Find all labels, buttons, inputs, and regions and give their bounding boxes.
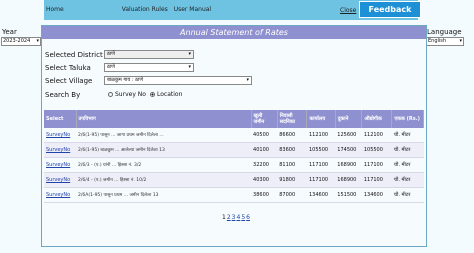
open-land-cell: 38600 [251,187,278,203]
close-link[interactable]: Close [340,7,356,14]
office-cell: 112100 [306,128,336,143]
shops-cell: 168900 [335,157,362,173]
village-label: Select Village [45,77,93,85]
chevron-down-icon: ▾ [459,38,462,44]
col-header: खुली जमीन [251,110,278,128]
table-row: SurveyNo 2/6A(1-95) पासून प्रथम ... जमीन… [44,187,424,203]
unit-cell: चौ. मीटर [391,187,424,203]
language-label: Language [427,28,462,36]
year-label: Year [2,28,17,36]
search-by-label: Search By [45,91,81,99]
chevron-down-icon: ▾ [188,64,191,70]
col-header: Select [44,110,77,128]
chevron-down-icon: ▾ [188,51,191,57]
nav-home-link[interactable]: Home [46,6,64,13]
col-header: उपविभाग [76,110,252,128]
survey-no-link[interactable]: SurveyNo [44,187,76,203]
year-select[interactable]: 2023-2024 ▾ [1,37,41,46]
open-land-cell: 32200 [251,157,278,173]
district-value: ठाणे [107,51,115,57]
open-land-cell: 40100 [251,142,278,158]
radio-location[interactable]: Location [150,91,182,98]
industrial-cell: 112100 [361,128,392,143]
open-land-cell: 40500 [251,128,278,143]
taluka-label: Select Taluka [45,64,91,72]
industrial-cell: 117100 [361,157,392,173]
table-row: SurveyNo 2/6(1-95) बाळकुम ... आलेल्या जम… [44,142,424,158]
feedback-button[interactable]: Feedback [359,1,421,18]
unit-cell: चौ. मीटर [391,172,424,188]
radio-checked-icon [150,92,155,97]
page-link[interactable]: 5 [241,214,245,221]
office-cell: 105500 [306,142,336,158]
nav-valuation-rules-link[interactable]: Valuation Rules [122,6,168,13]
radio-location-label: Location [157,91,183,98]
subdivision-cell: 2/6/3 - (प.) यांनी ... हिस्सा नं. 3/2 [76,157,252,173]
residential-cell: 91800 [277,172,307,188]
taluka-value: ठाणे [107,64,115,70]
survey-no-link[interactable]: SurveyNo [44,142,76,158]
table-row: SurveyNo 2/6/4 - (प.) जमीन ... हिस्सा नं… [44,172,424,188]
language-select[interactable]: English ▾ [426,37,464,46]
page-link-current[interactable]: 1 [222,214,226,221]
district-select[interactable]: ठाणे ▾ [104,50,194,59]
table-row: SurveyNo 2/6(1-95) पासून ... जागा प्रथम … [44,128,424,143]
shops-cell: 125600 [335,128,362,143]
residential-cell: 86600 [277,128,307,143]
col-header: औद्योगीक [361,110,393,128]
top-nav: Home Valuation Rules User Manual [46,6,211,13]
table-row: SurveyNo 2/6/3 - (प.) यांनी ... हिस्सा न… [44,157,424,173]
unit-cell: चौ. मीटर [391,128,424,143]
unit-cell: चौ. मीटर [391,157,424,173]
survey-no-link[interactable]: SurveyNo [44,172,76,188]
page-link[interactable]: 3 [232,214,236,221]
col-header: एकक (Rs.) [391,110,424,128]
rates-table: Select उपविभाग खुली जमीन निवासी सदनिका क… [44,110,424,203]
chevron-down-icon: ▾ [36,38,39,44]
village-value: बाळकुम गाव : ठाणे [107,77,143,83]
nav-user-manual-link[interactable]: User Manual [174,6,211,13]
year-selected-value: 2023-2024 [3,38,31,44]
col-header: कार्यालय [306,110,336,128]
subdivision-cell: 2/6A(1-95) पासून प्रथम ... जमीन दिलेला 1… [76,187,252,203]
unit-cell: चौ. मीटर [391,142,424,158]
radio-icon [108,92,113,97]
district-label: Selected District [45,51,103,59]
rates-panel: Annual Statement of Rates Selected Distr… [41,25,427,247]
page-link[interactable]: 6 [246,214,250,221]
shops-cell: 168900 [335,172,362,188]
panel-title: Annual Statement of Rates [42,26,426,39]
taluka-select[interactable]: ठाणे ▾ [104,63,194,72]
survey-no-link[interactable]: SurveyNo [44,157,76,173]
industrial-cell: 134600 [361,187,392,203]
shops-cell: 174500 [335,142,362,158]
col-header: दुकाने [335,110,363,128]
col-header: निवासी सदनिका [277,110,308,128]
industrial-cell: 105500 [361,142,392,158]
pagination: 123456 [222,214,251,221]
shops-cell: 151500 [335,187,362,203]
industrial-cell: 117100 [361,172,392,188]
office-cell: 134600 [306,187,336,203]
subdivision-cell: 2/6(1-95) बाळकुम ... आलेल्या जमीन दिलेला… [76,142,252,158]
survey-no-link[interactable]: SurveyNo [44,128,76,143]
subdivision-cell: 2/6(1-95) पासून ... जागा प्रथम जमीन दिले… [76,128,252,143]
page-link[interactable]: 2 [227,214,231,221]
residential-cell: 83600 [277,142,307,158]
village-select[interactable]: बाळकुम गाव : ठाणे ▾ [104,76,252,85]
table-header-row: Select उपविभाग खुली जमीन निवासी सदनिका क… [44,110,424,128]
language-selected-value: English [428,38,447,44]
radio-survey-label: Survey No [115,91,146,98]
subdivision-cell: 2/6/4 - (प.) जमीन ... हिस्सा नं. 10/2 [76,172,252,188]
office-cell: 117100 [306,157,336,173]
residential-cell: 81100 [277,157,307,173]
chevron-down-icon: ▾ [246,77,249,83]
residential-cell: 87000 [277,187,307,203]
radio-survey-no[interactable]: Survey No [108,91,146,98]
open-land-cell: 40300 [251,172,278,188]
office-cell: 117100 [306,172,336,188]
page-link[interactable]: 4 [236,214,240,221]
